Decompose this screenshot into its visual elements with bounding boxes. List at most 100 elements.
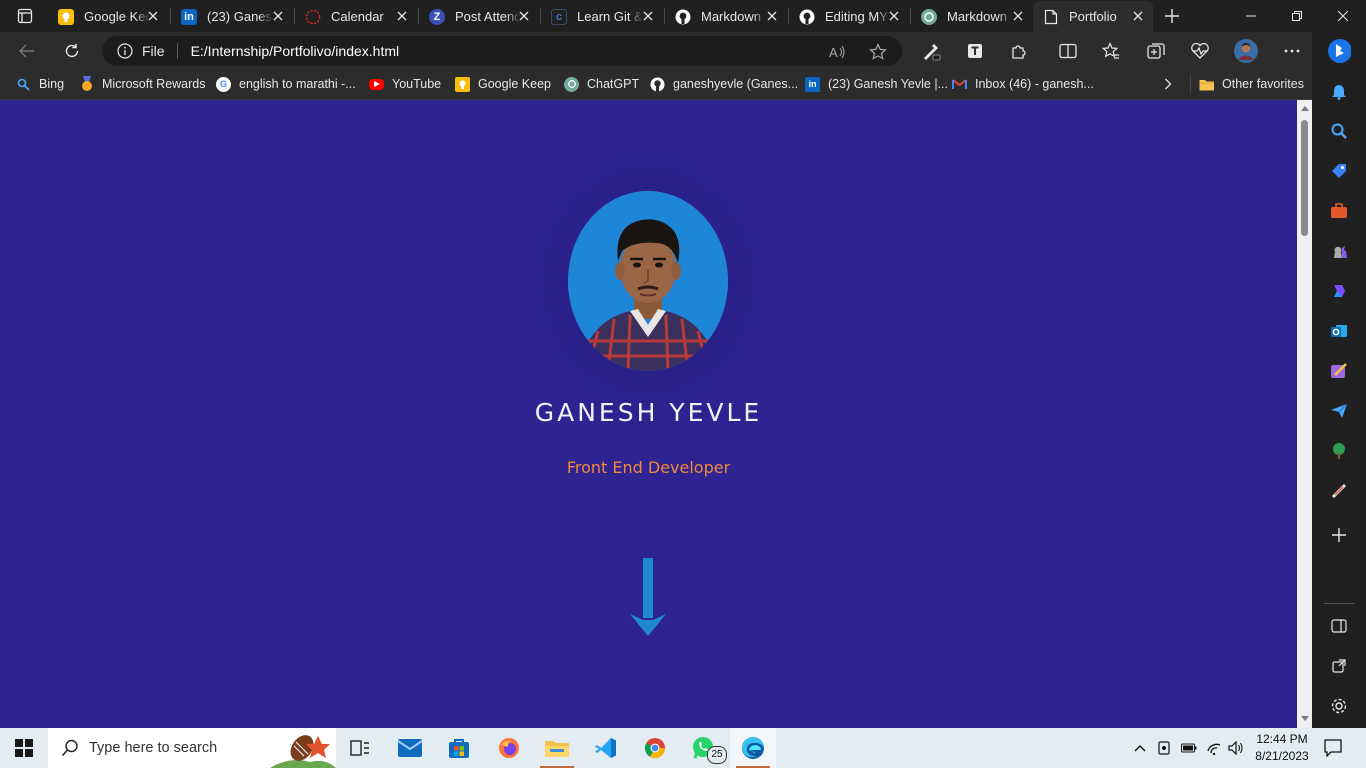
notification-center-icon[interactable] (1322, 738, 1344, 758)
close-tab-icon[interactable] (1011, 9, 1025, 23)
close-tab-icon[interactable] (395, 9, 409, 23)
page-scrollbar[interactable] (1297, 100, 1312, 728)
linkedin-icon: in (181, 8, 197, 25)
favorites-icon[interactable] (1100, 40, 1122, 62)
address-bar[interactable]: File E:/Internship/Portfolivo/index.html… (102, 36, 902, 66)
send-plane-icon[interactable] (1327, 399, 1351, 423)
favorite-linkedin[interactable]: in (23) Ganesh Yevle |... (805, 75, 948, 93)
performance-heart-icon[interactable] (1189, 40, 1211, 62)
tab-google-keep[interactable]: Google Keep (48, 1, 168, 32)
other-favorites-folder[interactable]: Other favorites (1190, 75, 1304, 93)
whatsapp-app[interactable]: 25 (681, 728, 727, 768)
favorite-english-to-marathi[interactable]: G english to marathi -... (216, 75, 356, 93)
favorite-star-icon[interactable] (868, 42, 888, 62)
favorites-overflow-button[interactable] (1164, 75, 1172, 93)
open-external-icon[interactable] (1327, 654, 1351, 678)
file-explorer-app[interactable] (534, 728, 580, 768)
favorite-bing[interactable]: Bing (16, 75, 64, 93)
info-icon[interactable] (116, 42, 134, 60)
wifi-icon[interactable] (1206, 740, 1222, 756)
windows-logo-icon (15, 739, 33, 757)
favorite-github-profile[interactable]: ganeshyevle (Ganes... (650, 75, 798, 93)
extension-t-icon[interactable] (964, 40, 986, 62)
favorite-chatgpt[interactable]: ChatGPT (564, 75, 639, 93)
clock-date: 8/21/2023 (1255, 749, 1309, 763)
hide-sidebar-icon[interactable] (1327, 614, 1351, 638)
new-tab-button[interactable] (1160, 5, 1184, 27)
close-tab-icon[interactable] (517, 9, 531, 23)
search-icon[interactable] (1327, 119, 1351, 143)
notification-bell-icon[interactable] (1327, 79, 1351, 103)
close-tab-icon[interactable] (641, 9, 655, 23)
tools-briefcase-icon[interactable] (1327, 199, 1351, 223)
add-sidebar-app-icon[interactable] (1327, 523, 1351, 547)
extension-pen-icon[interactable] (920, 40, 942, 62)
battery-icon[interactable] (1181, 740, 1197, 756)
scrollbar-thumb[interactable] (1301, 120, 1308, 236)
chevron-up-icon[interactable] (1132, 740, 1148, 756)
folder-icon (545, 741, 569, 757)
tab-actions-icon (17, 8, 33, 24)
microsoft-store-app[interactable] (436, 728, 482, 768)
chatgpt-icon (921, 8, 937, 25)
tree-icon[interactable] (1327, 439, 1351, 463)
bing-copilot-icon[interactable] (1327, 39, 1351, 63)
tab-editing-my[interactable]: Editing MY (789, 1, 909, 32)
volume-icon[interactable] (1228, 740, 1244, 756)
tab-markdown-github[interactable]: Markdown (665, 1, 787, 32)
favorite-google-keep[interactable]: Google Keep (455, 75, 551, 93)
read-aloud-icon[interactable]: A (828, 42, 848, 62)
tab-calendar[interactable]: Calendar (295, 1, 417, 32)
close-tab-icon[interactable] (271, 9, 285, 23)
extensions-puzzle-icon[interactable] (1008, 40, 1030, 62)
tab-portfolio[interactable]: Portfolio (1033, 1, 1153, 32)
taskbar-search-box[interactable]: Type here to search (48, 728, 336, 768)
address-url[interactable]: E:/Internship/Portfolivo/index.html (191, 43, 400, 59)
start-button[interactable] (0, 728, 48, 768)
vscode-app[interactable] (583, 728, 629, 768)
taskbar-clock[interactable]: 12:44 PM 8/21/2023 (1248, 731, 1316, 765)
scroll-down-icon[interactable] (1300, 714, 1309, 723)
store-icon (449, 739, 469, 758)
outlook-icon[interactable] (1327, 319, 1351, 343)
favorite-youtube[interactable]: YouTube (369, 75, 441, 93)
task-view-button[interactable] (337, 728, 383, 768)
search-highlight-illustration (270, 735, 336, 768)
close-window-button[interactable] (1320, 0, 1366, 32)
chevron-right-icon (1165, 78, 1172, 90)
edge-app[interactable] (730, 728, 776, 768)
shopping-tag-icon[interactable] (1327, 159, 1351, 183)
tab-linkedin[interactable]: in (23) Ganesh (171, 1, 293, 32)
designer-icon[interactable] (1327, 359, 1351, 383)
refresh-button[interactable] (57, 36, 87, 66)
settings-gear-icon[interactable] (1327, 694, 1351, 718)
mail-app[interactable] (387, 728, 433, 768)
meet-now-icon[interactable] (1156, 740, 1172, 756)
tab-actions-button[interactable] (8, 5, 42, 27)
back-button[interactable] (12, 36, 42, 66)
more-menu-icon[interactable] (1281, 40, 1303, 62)
profile-avatar[interactable] (1233, 38, 1259, 64)
favorite-microsoft-rewards[interactable]: Microsoft Rewards (79, 75, 206, 93)
collections-icon[interactable] (1145, 40, 1167, 62)
tab-post-attendance[interactable]: Z Post Attendance (419, 1, 539, 32)
close-tab-icon[interactable] (765, 9, 779, 23)
close-tab-icon[interactable] (1131, 9, 1145, 23)
scroll-up-icon[interactable] (1300, 104, 1309, 113)
games-chess-icon[interactable] (1327, 239, 1351, 263)
restore-button[interactable] (1274, 0, 1320, 32)
task-view-icon (350, 740, 369, 756)
firefox-app[interactable] (486, 728, 532, 768)
copilot-icon[interactable] (1327, 279, 1351, 303)
tab-learn-git[interactable]: c Learn Git & GitHub (541, 1, 663, 32)
minimize-button[interactable] (1228, 0, 1274, 32)
close-tab-icon[interactable] (887, 9, 901, 23)
chrome-app[interactable] (632, 728, 678, 768)
tab-strip: Google Keep in (23) Ganesh Calendar Z Po… (0, 0, 1366, 32)
drop-icon[interactable] (1327, 479, 1351, 503)
split-screen-icon[interactable] (1057, 40, 1079, 62)
scroll-down-arrow[interactable] (628, 558, 668, 640)
tab-markdown-chatgpt[interactable]: Markdown (911, 1, 1033, 32)
close-tab-icon[interactable] (146, 9, 160, 23)
favorite-gmail-inbox[interactable]: Inbox (46) - ganesh... (952, 75, 1094, 93)
